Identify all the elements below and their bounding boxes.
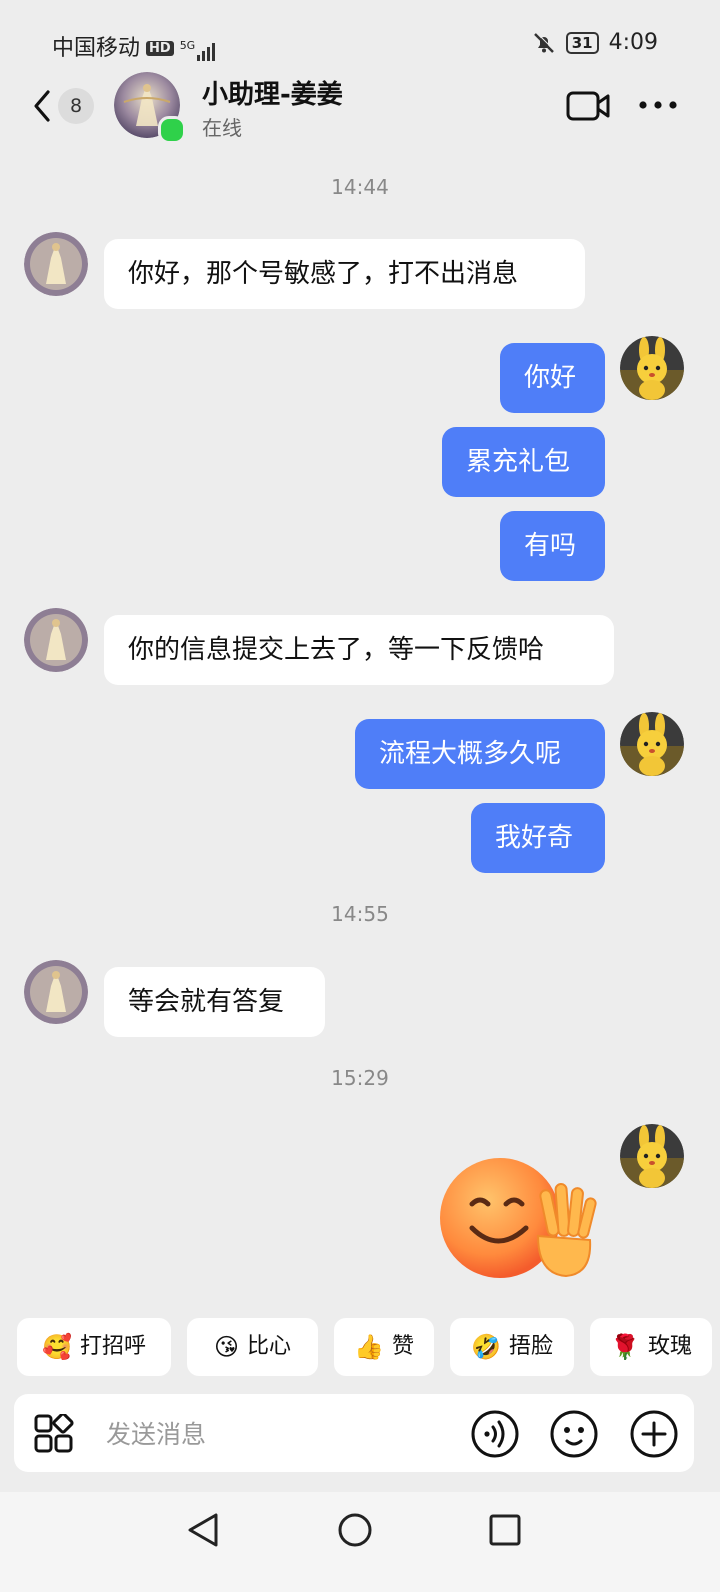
- apps-grid-icon[interactable]: [34, 1414, 74, 1454]
- voice-input-icon[interactable]: [471, 1410, 519, 1458]
- contact-message-avatar[interactable]: [24, 232, 88, 296]
- outgoing-message[interactable]: 我好奇: [471, 803, 605, 873]
- battery-indicator: 31: [565, 31, 599, 54]
- nav-home-icon[interactable]: [337, 1512, 373, 1548]
- facepalm-laugh-icon: 🤣: [471, 1333, 501, 1361]
- rose-icon: 🌹: [610, 1333, 640, 1361]
- chat-header: 8 小助理-姜姜 在线: [0, 66, 720, 146]
- back-arrow-icon[interactable]: [30, 88, 54, 124]
- waving-smile-sticker[interactable]: [438, 1156, 598, 1286]
- contact-name[interactable]: 小助理-姜姜: [202, 74, 343, 111]
- quick-reply-label: 打招呼: [79, 1334, 146, 1359]
- contact-online-status: 在线: [202, 116, 242, 140]
- quick-reply-chip[interactable]: 😘 比心: [187, 1318, 318, 1376]
- outgoing-message[interactable]: 有吗: [500, 511, 605, 581]
- contact-message-avatar[interactable]: [24, 960, 88, 1024]
- message-input[interactable]: [104, 1394, 458, 1474]
- heart-emoji-icon: 😘: [213, 1333, 239, 1361]
- hug-emoji-icon: 🥰: [42, 1333, 72, 1361]
- my-avatar[interactable]: [620, 336, 684, 400]
- incoming-message[interactable]: 等会就有答复: [104, 967, 325, 1037]
- my-avatar[interactable]: [620, 712, 684, 776]
- hd-badge: HD: [146, 41, 174, 56]
- my-avatar[interactable]: [620, 1124, 684, 1188]
- quick-reply-label: 比心: [247, 1334, 292, 1359]
- unread-count-badge[interactable]: 8: [58, 88, 94, 124]
- mute-bell-icon: [533, 31, 555, 53]
- outgoing-message[interactable]: 你好: [500, 343, 605, 413]
- quick-reply-label: 赞: [391, 1334, 414, 1359]
- nav-back-icon[interactable]: [186, 1512, 220, 1548]
- nav-recents-icon[interactable]: [488, 1513, 522, 1547]
- timestamp: 14:44: [331, 175, 389, 199]
- clock: 4:09: [608, 30, 658, 55]
- quick-reply-chip[interactable]: 🤣 捂脸: [450, 1318, 574, 1376]
- video-call-icon[interactable]: [566, 89, 610, 123]
- message-input-bar: [14, 1394, 694, 1474]
- thumbs-up-icon: 👍: [354, 1333, 384, 1361]
- quick-reply-chip[interactable]: 🥰 打招呼: [17, 1318, 171, 1376]
- quick-reply-label: 捂脸: [508, 1334, 553, 1359]
- signal-icon: [197, 36, 217, 61]
- emoji-icon[interactable]: [550, 1410, 598, 1458]
- carrier-name: 中国移动: [52, 36, 141, 61]
- quick-reply-chip[interactable]: 🌹 玫瑰: [590, 1318, 712, 1376]
- timestamp: 15:29: [331, 1066, 389, 1090]
- incoming-message[interactable]: 你的信息提交上去了，等一下反馈哈: [104, 615, 614, 685]
- incoming-message[interactable]: 你好，那个号敏感了，打不出消息: [104, 239, 585, 309]
- add-plus-icon[interactable]: [630, 1410, 678, 1458]
- system-navigation-bar: [0, 1492, 720, 1592]
- carrier-info: 中国移动 HD 5G: [52, 30, 217, 62]
- online-status-dot: [158, 116, 186, 144]
- outgoing-message[interactable]: 累充礼包: [442, 427, 605, 497]
- quick-reply-bar: 🥰 打招呼 😘 比心 👍 赞 🤣 捂脸 🌹 玫瑰: [0, 1318, 720, 1376]
- quick-reply-chip[interactable]: 👍 赞: [334, 1318, 434, 1376]
- quick-reply-label: 玫瑰: [647, 1334, 692, 1359]
- outgoing-message[interactable]: 流程大概多久呢: [355, 719, 605, 789]
- contact-message-avatar[interactable]: [24, 608, 88, 672]
- status-right: 31 4:09: [532, 30, 658, 55]
- network-type: 5G: [179, 39, 196, 52]
- more-options-icon[interactable]: [638, 100, 678, 110]
- timestamp: 14:55: [331, 902, 389, 926]
